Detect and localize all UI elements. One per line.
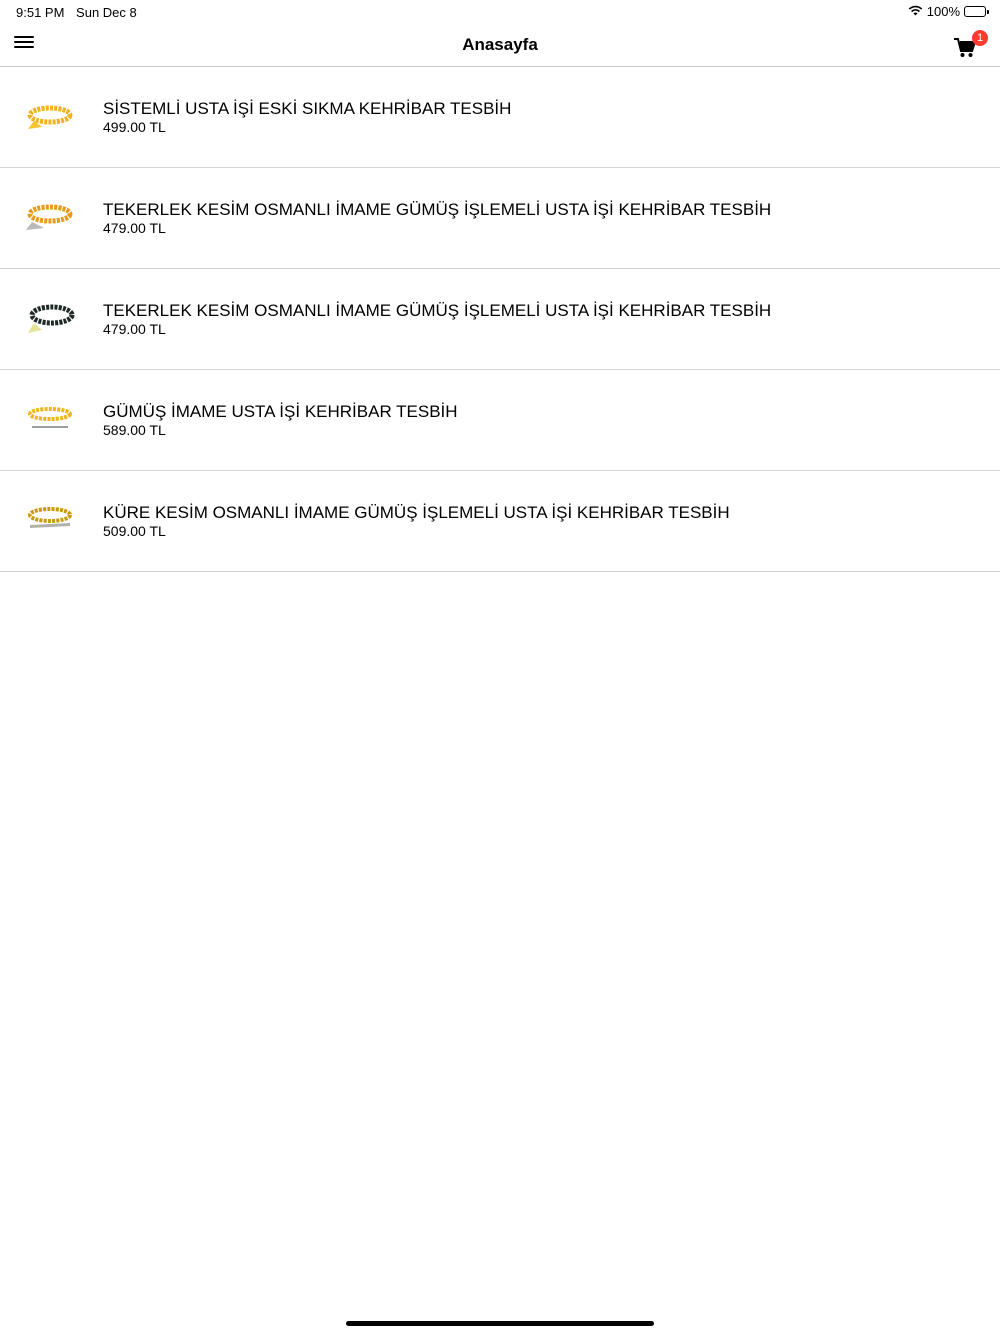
- product-price: 499.00 TL: [103, 119, 166, 135]
- product-price: 589.00 TL: [103, 422, 166, 438]
- wifi-icon: [908, 4, 923, 19]
- status-bar: 9:51 PM Sun Dec 8 100%: [0, 0, 1000, 24]
- product-thumbnail: [28, 507, 72, 528]
- product-row[interactable]: GÜMÜŞ İMAME USTA İŞİ KEHRİBAR TESBİH 589…: [0, 370, 1000, 471]
- navigation-bar: Anasayfa 1: [0, 24, 1000, 67]
- product-row[interactable]: TEKERLEK KESİM OSMANLI İMAME GÜMÜŞ İŞLEM…: [0, 168, 1000, 269]
- product-thumbnail: [28, 304, 75, 333]
- battery-percent: 100%: [926, 4, 960, 19]
- product-price: 479.00 TL: [103, 321, 166, 337]
- product-thumbnail: [26, 204, 73, 230]
- status-date: Sun Dec 8: [76, 5, 137, 20]
- product-name: SİSTEMLİ USTA İŞİ ESKİ SIKMA KEHRİBAR TE…: [103, 99, 512, 118]
- product-price: 479.00 TL: [103, 220, 166, 236]
- cart-button[interactable]: 1: [952, 30, 988, 60]
- status-time-date: 9:51 PM Sun Dec 8: [16, 5, 145, 20]
- product-name: KÜRE KESİM OSMANLI İMAME GÜMÜŞ İŞLEMELİ …: [103, 503, 730, 522]
- cart-count-badge: 1: [972, 30, 988, 46]
- status-indicators: 100%: [908, 4, 989, 19]
- product-name: GÜMÜŞ İMAME USTA İŞİ KEHRİBAR TESBİH: [103, 402, 458, 421]
- product-thumbnail: [27, 105, 73, 129]
- product-row[interactable]: SİSTEMLİ USTA İŞİ ESKİ SIKMA KEHRİBAR TE…: [0, 67, 1000, 168]
- product-row[interactable]: TEKERLEK KESİM OSMANLI İMAME GÜMÜŞ İŞLEM…: [0, 269, 1000, 370]
- product-name: TEKERLEK KESİM OSMANLI İMAME GÜMÜŞ İŞLEM…: [103, 301, 772, 320]
- product-row[interactable]: KÜRE KESİM OSMANLI İMAME GÜMÜŞ İŞLEMELİ …: [0, 471, 1000, 572]
- battery-icon: [964, 6, 989, 17]
- product-list: SİSTEMLİ USTA İŞİ ESKİ SIKMA KEHRİBAR TE…: [0, 67, 1000, 572]
- status-time: 9:51 PM: [16, 5, 65, 20]
- page-title: Anasayfa: [462, 35, 538, 54]
- home-indicator: [346, 1321, 654, 1326]
- product-thumbnail: [28, 407, 72, 428]
- product-name: TEKERLEK KESİM OSMANLI İMAME GÜMÜŞ İŞLEM…: [103, 200, 772, 219]
- product-price: 509.00 TL: [103, 523, 166, 539]
